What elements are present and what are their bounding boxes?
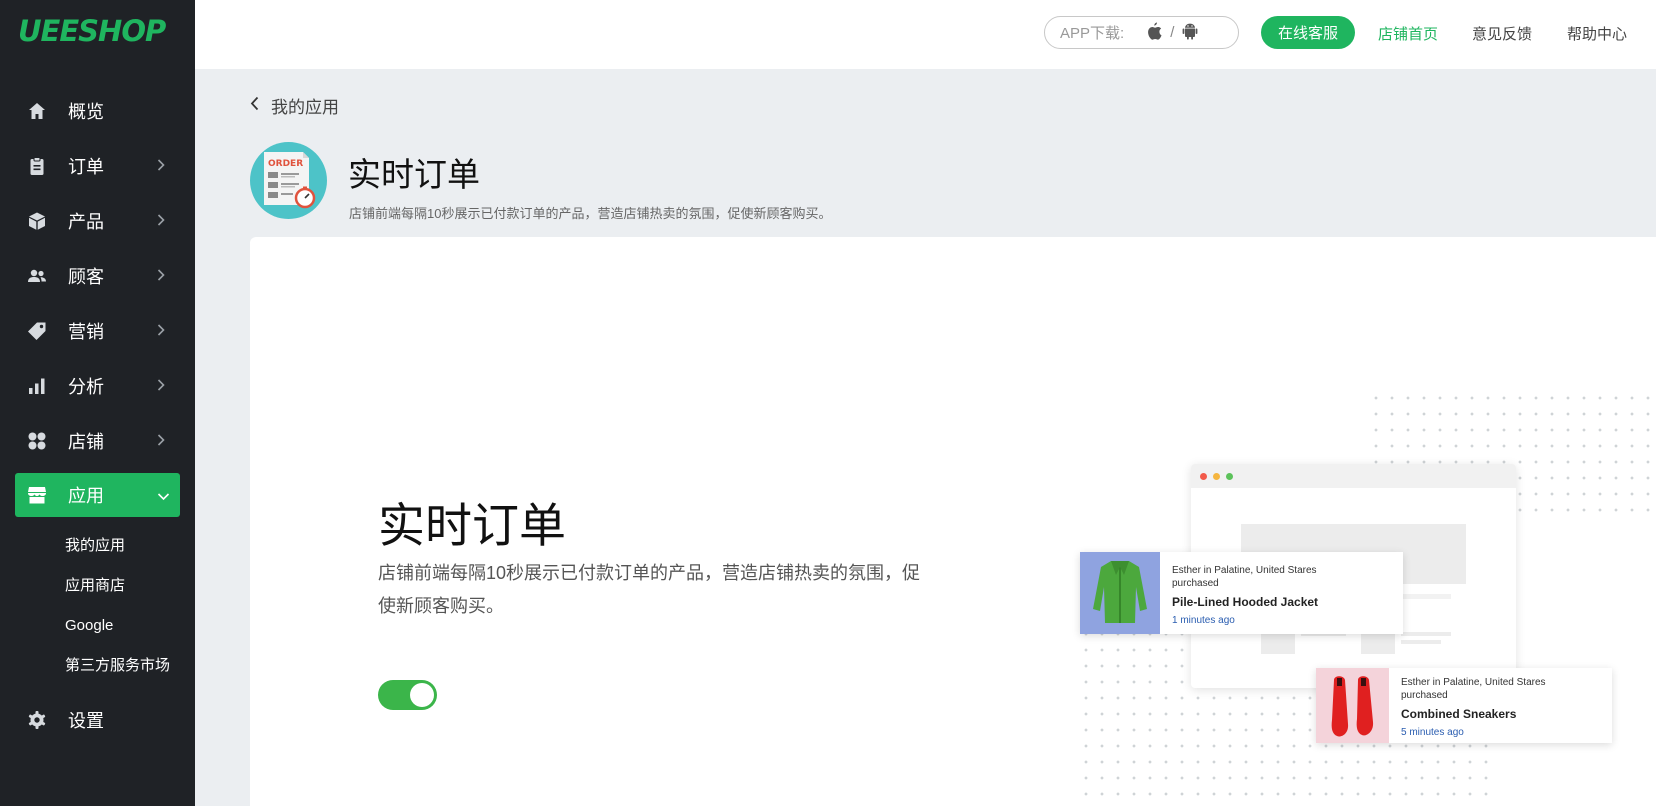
chevron-right-icon bbox=[157, 265, 165, 286]
order-notification: Esther in Palatine, United Stares purcha… bbox=[1316, 668, 1612, 743]
store-icon bbox=[26, 484, 48, 506]
top-bar: APP下载: / 在线客服 店铺首页 意见反馈 帮助中心 bbox=[195, 0, 1656, 69]
chevron-right-icon bbox=[157, 375, 165, 396]
order-app-icon: ORDER bbox=[250, 142, 327, 219]
sidebar-item-overview[interactable]: 概览 bbox=[0, 83, 195, 138]
notification-product: Pile-Lined Hooded Jacket bbox=[1172, 595, 1319, 609]
sidebar-item-settings[interactable]: 设置 bbox=[0, 692, 195, 747]
sneakers-image bbox=[1316, 668, 1389, 743]
app-download-label: APP下载: bbox=[1060, 25, 1125, 42]
page-description: 店铺前端每隔10秒展示已付款订单的产品，营造店铺热卖的氛围，促使新顾客购买。 bbox=[349, 206, 832, 221]
close-dot-icon bbox=[1200, 472, 1207, 480]
sidebar-item-orders[interactable]: 订单 bbox=[0, 138, 195, 193]
tag-icon bbox=[26, 320, 48, 342]
sidebar-nav: 概览 订单 产品 顾客 营销 分析 店铺 应用 我的应用 应用商店 Google… bbox=[0, 83, 195, 747]
order-notification: Esther in Palatine, United Stares purcha… bbox=[1080, 552, 1403, 634]
sidebar-item-marketing[interactable]: 营销 bbox=[0, 303, 195, 358]
apple-icon[interactable] bbox=[1146, 22, 1162, 44]
sidebar-item-label: 应用 bbox=[68, 486, 104, 506]
sidebar-item-label: 店铺 bbox=[68, 431, 104, 452]
sidebar-item-analytics[interactable]: 分析 bbox=[0, 358, 195, 413]
home-icon bbox=[26, 100, 48, 122]
bar-chart-icon bbox=[26, 375, 48, 397]
minimize-dot-icon bbox=[1213, 472, 1220, 480]
submenu-item-app-store[interactable]: 应用商店 bbox=[0, 566, 195, 606]
grid-icon bbox=[26, 430, 48, 452]
enable-toggle[interactable] bbox=[378, 680, 437, 710]
feature-description: 店铺前端每隔10秒展示已付款订单的产品，营造店铺热卖的氛围，促使新顾客购买。 bbox=[378, 563, 921, 616]
chevron-right-icon bbox=[157, 430, 165, 451]
page-title: 实时订单 bbox=[348, 156, 480, 193]
gear-icon bbox=[26, 709, 48, 731]
toggle-knob bbox=[410, 683, 434, 707]
online-support-button[interactable]: 在线客服 bbox=[1261, 16, 1355, 49]
submenu-item-third-party[interactable]: 第三方服务市场 bbox=[0, 646, 195, 686]
sidebar-item-apps[interactable]: 应用 bbox=[15, 473, 180, 517]
chevron-right-icon bbox=[157, 155, 165, 176]
sidebar-item-customers[interactable]: 顾客 bbox=[0, 248, 195, 303]
back-link[interactable]: 我的应用 bbox=[250, 93, 339, 118]
sidebar: UEESHOP 概览 订单 产品 顾客 营销 分析 店铺 应用 我的应用 应用商… bbox=[0, 0, 195, 806]
help-center-link[interactable]: 帮助中心 bbox=[1567, 23, 1627, 44]
sidebar-item-label: 营销 bbox=[68, 321, 104, 342]
sidebar-item-label: 订单 bbox=[68, 156, 104, 177]
notification-buyer: Esther in Palatine, United Stares purcha… bbox=[1401, 677, 1546, 701]
sidebar-item-label: 产品 bbox=[68, 211, 104, 232]
feedback-link[interactable]: 意见反馈 bbox=[1472, 23, 1532, 44]
chevron-right-icon bbox=[157, 210, 165, 231]
placeholder-line bbox=[1401, 632, 1451, 636]
notification-product: Combined Sneakers bbox=[1401, 707, 1517, 721]
apps-submenu: 我的应用 应用商店 Google 第三方服务市场 bbox=[0, 522, 195, 692]
clipboard-icon bbox=[26, 155, 48, 177]
notification-time: 5 minutes ago bbox=[1401, 727, 1464, 738]
submenu-item-my-apps[interactable]: 我的应用 bbox=[0, 526, 195, 566]
sidebar-item-store[interactable]: 店铺 bbox=[0, 413, 195, 468]
jacket-image bbox=[1080, 552, 1160, 634]
box-icon bbox=[26, 210, 48, 232]
ueeshop-logo[interactable]: UEESHOP bbox=[18, 14, 166, 48]
back-label: 我的应用 bbox=[271, 98, 339, 117]
separator: / bbox=[1170, 24, 1175, 41]
users-icon bbox=[26, 265, 48, 287]
sidebar-item-label: 顾客 bbox=[68, 266, 104, 287]
preview-illustration: Esther in Palatine, United Stares purcha… bbox=[1078, 390, 1656, 806]
chevron-down-icon bbox=[157, 485, 170, 506]
notification-time: 1 minutes ago bbox=[1172, 615, 1235, 626]
chevron-right-icon bbox=[157, 320, 165, 341]
submenu-item-google[interactable]: Google bbox=[0, 606, 195, 646]
placeholder-line bbox=[1401, 640, 1441, 644]
browser-titlebar bbox=[1191, 464, 1516, 488]
android-icon[interactable] bbox=[1182, 22, 1198, 44]
sidebar-item-label: 概览 bbox=[68, 101, 104, 122]
chevron-left-icon bbox=[250, 96, 259, 116]
feature-title: 实时订单 bbox=[378, 499, 566, 552]
sidebar-item-products[interactable]: 产品 bbox=[0, 193, 195, 248]
sidebar-item-label: 设置 bbox=[68, 710, 104, 731]
app-download: APP下载: / bbox=[1044, 16, 1239, 49]
order-icon-text: ORDER bbox=[268, 159, 303, 169]
store-home-link[interactable]: 店铺首页 bbox=[1378, 23, 1438, 44]
notification-buyer: Esther in Palatine, United Stares purcha… bbox=[1172, 565, 1317, 589]
sidebar-item-label: 分析 bbox=[68, 376, 104, 397]
maximize-dot-icon bbox=[1226, 472, 1233, 480]
